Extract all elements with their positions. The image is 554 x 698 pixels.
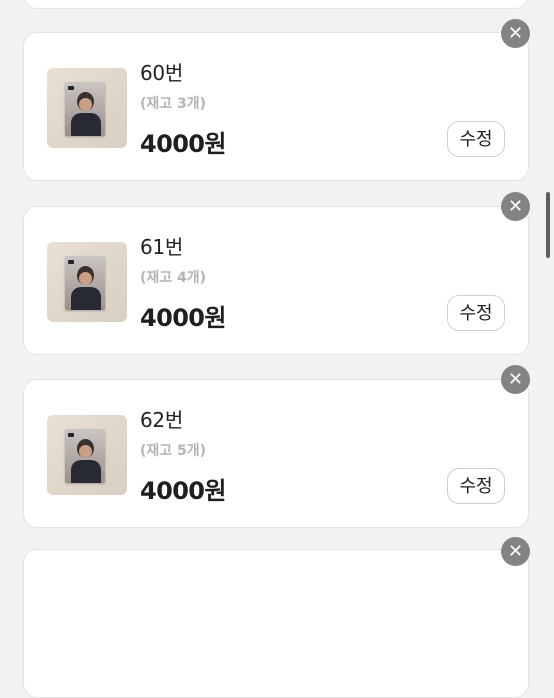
product-card: 60번 (재고 3개) 4000원 수정 bbox=[23, 32, 529, 181]
product-card: 61번 (재고 4개) 4000원 수정 bbox=[23, 206, 529, 355]
product-card: 62번 (재고 5개) 4000원 수정 bbox=[23, 379, 529, 528]
photocard-mark bbox=[68, 433, 74, 437]
photocard-figure-body bbox=[71, 287, 101, 310]
product-thumbnail[interactable] bbox=[47, 242, 127, 322]
delete-close-icon[interactable]: ✕ bbox=[501, 19, 530, 48]
product-title: 61번 bbox=[140, 235, 183, 259]
photocard-mark bbox=[68, 86, 74, 90]
scrollbar-thumb[interactable] bbox=[546, 192, 550, 258]
delete-close-icon[interactable]: ✕ bbox=[501, 192, 530, 221]
product-thumbnail[interactable] bbox=[47, 68, 127, 148]
product-card-partial-top bbox=[23, 0, 529, 9]
photocard-mark bbox=[68, 260, 74, 264]
photocard-figure-face bbox=[79, 445, 92, 458]
edit-button[interactable]: 수정 bbox=[447, 295, 505, 331]
product-price: 4000원 bbox=[140, 477, 226, 505]
photocard-figure-face bbox=[79, 98, 92, 111]
photocard-image bbox=[65, 429, 105, 483]
product-list: 60번 (재고 3개) 4000원 수정 ✕ 61번 (재고 4개) 4000원… bbox=[0, 0, 554, 698]
product-price: 4000원 bbox=[140, 304, 226, 332]
product-title: 62번 bbox=[140, 408, 183, 432]
product-stock: (재고 5개) bbox=[140, 443, 207, 459]
product-stock: (재고 3개) bbox=[140, 96, 207, 112]
delete-close-icon[interactable]: ✕ bbox=[501, 537, 530, 566]
delete-close-icon[interactable]: ✕ bbox=[501, 365, 530, 394]
edit-button[interactable]: 수정 bbox=[447, 121, 505, 157]
photocard-figure-face bbox=[79, 272, 92, 285]
photocard-figure-body bbox=[71, 113, 101, 136]
product-thumbnail[interactable] bbox=[47, 415, 127, 495]
photocard-image bbox=[65, 82, 105, 136]
edit-button[interactable]: 수정 bbox=[447, 468, 505, 504]
product-title: 60번 bbox=[140, 61, 183, 85]
photocard-image bbox=[65, 256, 105, 310]
product-card-partial-bottom bbox=[23, 549, 529, 698]
product-price: 4000원 bbox=[140, 130, 226, 158]
product-stock: (재고 4개) bbox=[140, 270, 207, 286]
photocard-figure-body bbox=[71, 460, 101, 483]
